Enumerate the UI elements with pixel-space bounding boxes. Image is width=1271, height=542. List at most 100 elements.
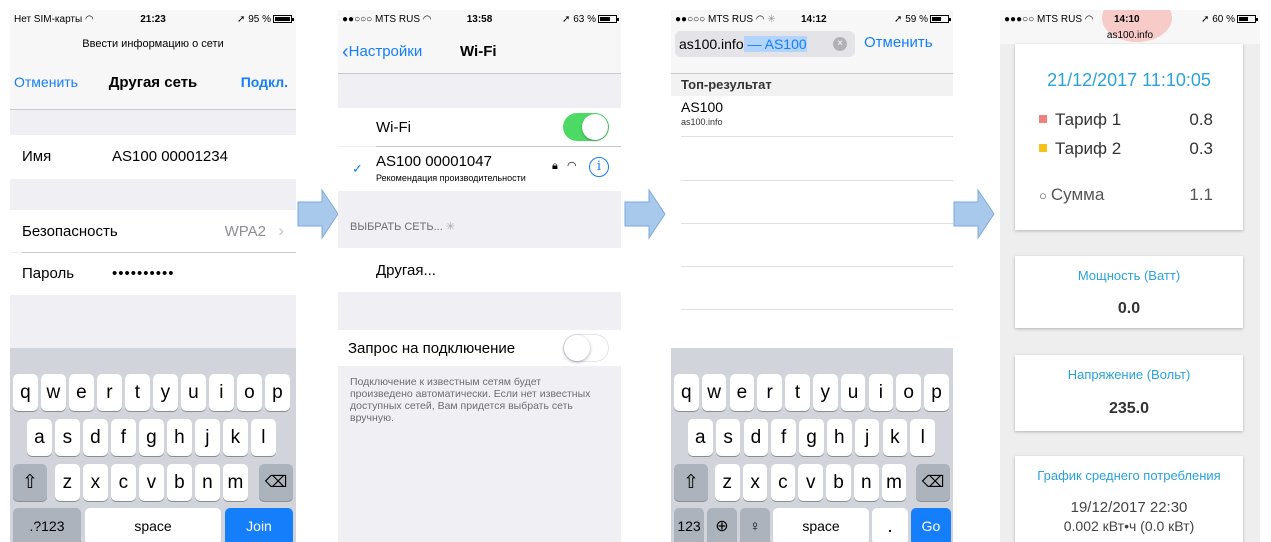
key-n[interactable]: n bbox=[854, 464, 879, 501]
key-l[interactable]: l bbox=[910, 419, 935, 456]
key-v[interactable]: v bbox=[798, 464, 823, 501]
key-p[interactable]: p bbox=[924, 374, 949, 411]
chevron-right-icon: › bbox=[278, 221, 284, 240]
backspace-key[interactable]: ⌫ bbox=[259, 464, 293, 501]
clear-icon[interactable]: × bbox=[833, 37, 847, 51]
shift-key[interactable]: ⇧ bbox=[674, 464, 708, 501]
key-d[interactable]: d bbox=[83, 419, 108, 456]
key-f[interactable]: f bbox=[771, 419, 796, 456]
key-x[interactable]: x bbox=[742, 464, 768, 501]
key-u[interactable]: u bbox=[840, 374, 866, 411]
key-m[interactable]: m bbox=[223, 464, 248, 501]
section-header: ВЫБРАТЬ СЕТЬ... ✳ bbox=[350, 221, 456, 233]
numbers-key[interactable]: .?123 bbox=[13, 508, 81, 542]
network-name: AS100 00001047 bbox=[376, 153, 492, 170]
key-o[interactable]: o bbox=[896, 374, 921, 411]
key-c[interactable]: c bbox=[111, 464, 136, 501]
key-h[interactable]: h bbox=[827, 419, 852, 456]
key-y[interactable]: y bbox=[153, 374, 178, 411]
key-t[interactable]: t bbox=[785, 374, 810, 411]
circle-icon: ○ bbox=[1039, 188, 1047, 203]
key-x[interactable]: x bbox=[83, 464, 108, 501]
dot-key[interactable]: . bbox=[872, 508, 908, 542]
numbers-key[interactable]: 123 bbox=[674, 508, 704, 542]
space-key[interactable]: space bbox=[773, 508, 869, 542]
key-z[interactable]: z bbox=[715, 464, 740, 501]
key-b[interactable]: b bbox=[167, 464, 192, 501]
key-l[interactable]: l bbox=[251, 419, 276, 456]
key-h[interactable]: h bbox=[167, 419, 192, 456]
status-bar: Нет SIM-карты ◠ 21:23 ➚ 95 % bbox=[10, 10, 296, 30]
key-w[interactable]: w bbox=[41, 374, 66, 411]
key-d[interactable]: d bbox=[743, 419, 769, 456]
key-g[interactable]: g bbox=[139, 419, 164, 456]
microphone-icon[interactable]: ♀ bbox=[740, 508, 770, 542]
key-k[interactable]: k bbox=[223, 419, 248, 456]
key-f[interactable]: f bbox=[111, 419, 136, 456]
connect-button[interactable]: Подкл. bbox=[241, 74, 288, 90]
key-u[interactable]: u bbox=[181, 374, 206, 411]
password-row[interactable]: Пароль •••••••••• bbox=[10, 253, 296, 295]
key-b[interactable]: b bbox=[826, 464, 851, 501]
key-a[interactable]: a bbox=[27, 419, 52, 456]
join-key[interactable]: Join bbox=[225, 508, 293, 542]
name-field-row[interactable]: Имя AS100 00001234 bbox=[10, 135, 296, 179]
key-a[interactable]: a bbox=[688, 419, 713, 456]
key-y[interactable]: y bbox=[813, 374, 838, 411]
switch-knob bbox=[564, 335, 590, 361]
password-input[interactable]: •••••••••• bbox=[112, 265, 175, 282]
key-z[interactable]: z bbox=[55, 464, 80, 501]
search-input[interactable]: as100.info — AS100 × bbox=[675, 31, 855, 57]
key-e[interactable]: e bbox=[69, 374, 94, 411]
key-k[interactable]: k bbox=[882, 419, 908, 456]
key-r[interactable]: r bbox=[757, 374, 782, 411]
divider bbox=[681, 309, 953, 310]
key-i[interactable]: i bbox=[868, 374, 894, 411]
key-q[interactable]: q bbox=[674, 374, 699, 411]
key-c[interactable]: c bbox=[770, 464, 796, 501]
location-icon: ➚ bbox=[562, 14, 571, 25]
password-label: Пароль bbox=[22, 265, 75, 282]
search-typed-text: as100.info bbox=[679, 36, 744, 52]
name-input[interactable]: AS100 00001234 bbox=[112, 148, 228, 165]
key-s[interactable]: s bbox=[55, 419, 80, 456]
cancel-button[interactable]: Отменить bbox=[864, 34, 933, 51]
checkmark-icon: ✓ bbox=[352, 161, 363, 176]
key-e[interactable]: e bbox=[729, 374, 755, 411]
key-j[interactable]: j bbox=[195, 419, 220, 456]
network-row[interactable]: ✓ AS100 00001047 Рекомендация производит… bbox=[338, 147, 621, 191]
screen-meter-dashboard: ●●●○○ MTS RUS ◠ 14:10 ➚ 60 % as100.info … bbox=[1000, 10, 1260, 542]
reading-datetime: 21/12/2017 11:10:05 bbox=[1047, 70, 1211, 90]
keyboard: qwertyuiop asdfghjkl zxcvbnm ⇧ ⌫ .?123 s… bbox=[10, 348, 296, 542]
key-r[interactable]: r bbox=[97, 374, 122, 411]
key-o[interactable]: o bbox=[237, 374, 262, 411]
info-icon[interactable]: i bbox=[589, 157, 609, 177]
location-icon: ➚ bbox=[894, 14, 903, 25]
key-q[interactable]: q bbox=[13, 374, 38, 411]
security-row[interactable]: Безопасность WPA2 › bbox=[10, 210, 296, 252]
key-n[interactable]: n bbox=[195, 464, 220, 501]
space-key[interactable]: space bbox=[85, 508, 221, 542]
key-w[interactable]: w bbox=[701, 374, 727, 411]
key-s[interactable]: s bbox=[715, 419, 741, 456]
ask-join-switch[interactable] bbox=[563, 334, 609, 362]
key-j[interactable]: j bbox=[854, 419, 880, 456]
top-result[interactable]: AS100 as100.info bbox=[671, 96, 953, 136]
go-key[interactable]: Go bbox=[911, 508, 951, 542]
key-t[interactable]: t bbox=[125, 374, 150, 411]
key-i[interactable]: i bbox=[209, 374, 234, 411]
key-m[interactable]: m bbox=[881, 464, 907, 501]
activity-icon: ✳ bbox=[767, 14, 776, 25]
consumption-chart-card[interactable]: График среднего потребления 19/12/2017 2… bbox=[1015, 456, 1243, 542]
backspace-key[interactable]: ⌫ bbox=[916, 464, 950, 501]
wifi-switch[interactable] bbox=[563, 113, 609, 141]
globe-icon[interactable]: ⊕ bbox=[707, 508, 737, 542]
other-network-row[interactable]: Другая... bbox=[338, 248, 621, 292]
sum-row: ○ Сумма bbox=[1039, 185, 1105, 204]
key-p[interactable]: p bbox=[265, 374, 290, 411]
shift-key[interactable]: ⇧ bbox=[13, 464, 47, 501]
key-v[interactable]: v bbox=[139, 464, 164, 501]
key-g[interactable]: g bbox=[799, 419, 824, 456]
back-button[interactable]: ‹Настройки bbox=[342, 41, 422, 64]
spinner-icon: ✳ bbox=[445, 221, 456, 233]
